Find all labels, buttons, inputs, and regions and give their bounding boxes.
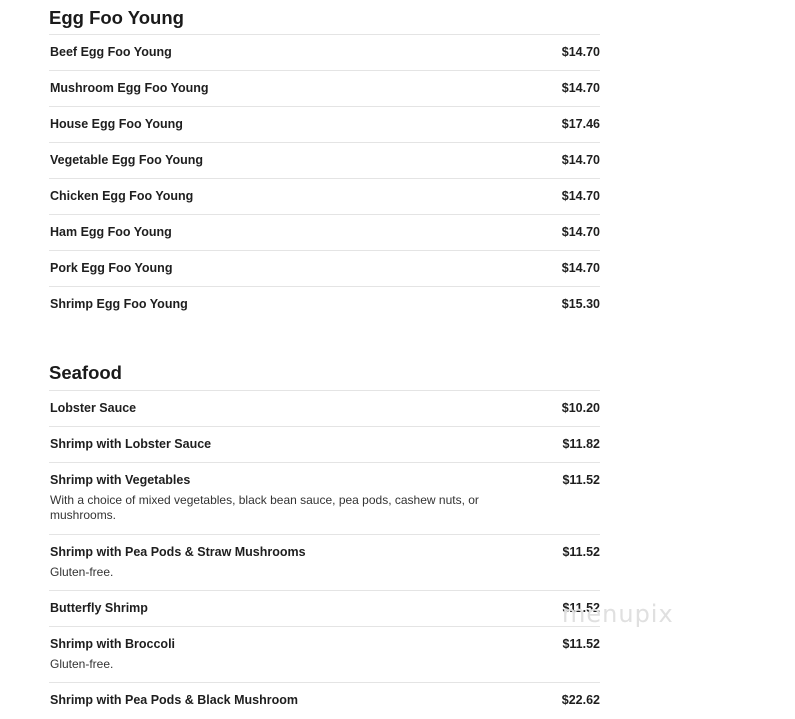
item-price: $14.70: [561, 225, 600, 239]
item-price: $10.20: [561, 401, 600, 415]
item-price: $11.52: [562, 601, 600, 615]
menu-item[interactable]: Lobster Sauce $10.20: [49, 391, 600, 427]
menu-item[interactable]: Butterfly Shrimp $11.52: [49, 591, 600, 627]
item-name: Butterfly Shrimp: [50, 601, 148, 615]
item-price: $11.52: [562, 637, 600, 651]
menu-item[interactable]: House Egg Foo Young $17.46: [49, 107, 600, 143]
item-description: Gluten-free.: [50, 657, 114, 671]
item-description: Gluten-free.: [50, 565, 114, 579]
menu-item[interactable]: Chicken Egg Foo Young $14.70: [49, 179, 600, 215]
item-name: Shrimp Egg Foo Young: [50, 297, 188, 311]
item-price: $14.70: [561, 81, 600, 95]
item-description: With a choice of mixed vegetables, black…: [50, 493, 479, 522]
menu-item[interactable]: Shrimp with Lobster Sauce $11.82: [49, 427, 600, 463]
item-price: $22.62: [561, 693, 600, 707]
item-price: $17.46: [561, 117, 600, 131]
menu-item[interactable]: Beef Egg Foo Young $14.70: [49, 35, 600, 71]
item-name: Pork Egg Foo Young: [50, 261, 173, 275]
menu-item[interactable]: Shrimp with Pea Pods & Black Mushroom $2…: [49, 683, 600, 719]
item-name: Shrimp with Broccoli: [50, 637, 176, 651]
menu-item[interactable]: Pork Egg Foo Young $14.70: [49, 251, 600, 287]
menu-item[interactable]: Shrimp with Pea Pods & Straw Mushrooms $…: [49, 535, 600, 591]
item-name: Lobster Sauce: [50, 401, 137, 415]
item-name: Shrimp with Vegetables: [50, 473, 191, 487]
item-name: Shrimp with Pea Pods & Straw Mushrooms: [50, 545, 306, 559]
menu-item[interactable]: Vegetable Egg Foo Young $14.70: [49, 143, 600, 179]
item-name: Beef Egg Foo Young: [50, 45, 172, 59]
section-title-seafood: Seafood: [49, 355, 600, 391]
item-price: $14.70: [561, 189, 600, 203]
item-name: Mushroom Egg Foo Young: [50, 81, 209, 95]
item-name: Chicken Egg Foo Young: [50, 189, 194, 203]
item-name: Vegetable Egg Foo Young: [50, 153, 204, 167]
section-title-egg-foo-young: Egg Foo Young: [49, 0, 600, 35]
item-price: $11.52: [562, 545, 600, 559]
item-price: $14.70: [561, 261, 600, 275]
menu-item[interactable]: Mushroom Egg Foo Young $14.70: [49, 71, 600, 107]
menu-item[interactable]: Ham Egg Foo Young $14.70: [49, 215, 600, 251]
item-name: Shrimp with Pea Pods & Black Mushroom: [50, 693, 298, 707]
item-price: $11.82: [562, 437, 600, 451]
menu-item[interactable]: Shrimp with Broccoli $11.52 Gluten-free.: [49, 627, 600, 683]
item-name: Shrimp with Lobster Sauce: [50, 437, 212, 451]
item-price: $14.70: [561, 45, 600, 59]
menu: Egg Foo Young Beef Egg Foo Young $14.70 …: [49, 0, 600, 719]
item-name: House Egg Foo Young: [50, 117, 183, 131]
item-price: $14.70: [561, 153, 600, 167]
item-price: $11.52: [562, 473, 600, 487]
item-name: Ham Egg Foo Young: [50, 225, 172, 239]
menu-item[interactable]: Shrimp Egg Foo Young $15.30: [49, 287, 600, 323]
menu-item[interactable]: Shrimp with Vegetables $11.52 With a cho…: [49, 463, 600, 535]
item-price: $15.30: [561, 297, 600, 311]
